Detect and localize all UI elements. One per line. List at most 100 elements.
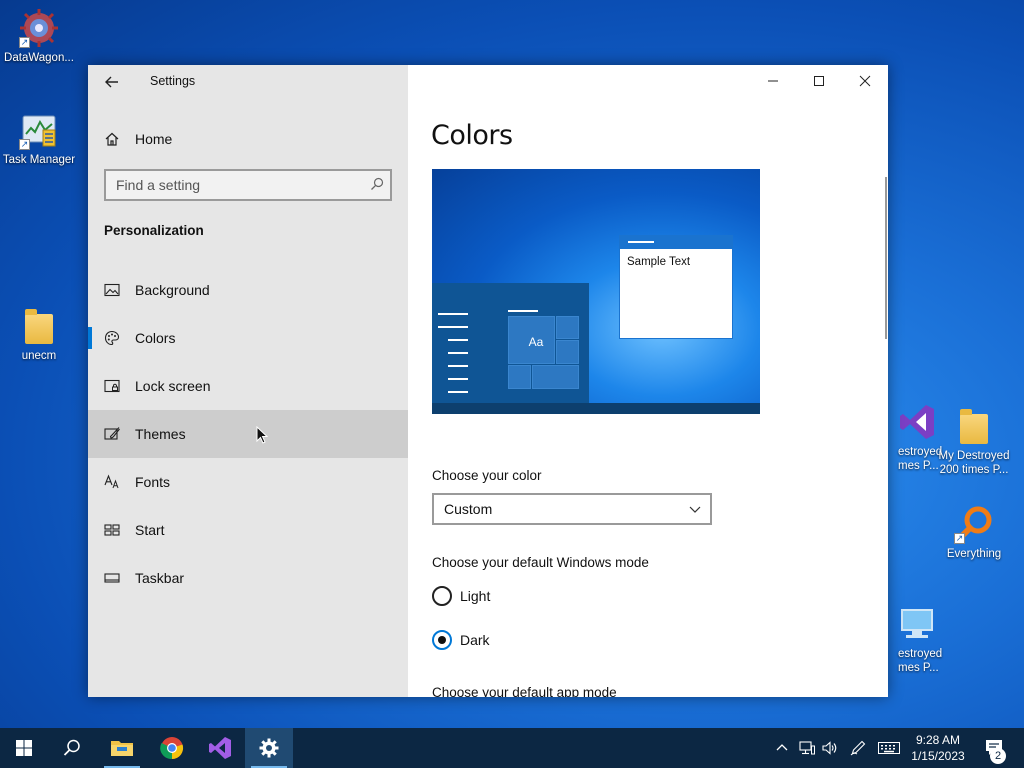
start-button[interactable] bbox=[0, 728, 48, 768]
choose-color-dropdown[interactable]: Custom bbox=[432, 493, 712, 525]
radio-label: Dark bbox=[460, 632, 490, 648]
preview-start-menu: Aa bbox=[432, 283, 589, 405]
chrome-icon bbox=[160, 737, 184, 760]
desktop-icon-task-manager[interactable]: ↗ Task Manager bbox=[1, 110, 77, 167]
settings-nav-pane: Settings Home Personalization Background bbox=[88, 65, 408, 697]
shortcut-arrow-icon: ↗ bbox=[19, 37, 30, 48]
settings-gear-icon bbox=[259, 738, 279, 758]
preview-tile-text: Aa bbox=[528, 335, 544, 349]
minimize-icon bbox=[768, 80, 778, 82]
home-label: Home bbox=[135, 131, 173, 147]
notification-count-badge: 2 bbox=[990, 748, 1006, 764]
chevron-down-icon bbox=[689, 506, 701, 513]
home-link[interactable]: Home bbox=[104, 128, 172, 150]
pen-workspace-icon bbox=[850, 740, 866, 756]
taskbar: 9:28 AM 1/15/2023 2 bbox=[0, 728, 1024, 768]
nav-item-label: Themes bbox=[135, 426, 186, 442]
radio-circle bbox=[432, 630, 452, 650]
datawagon-icon: ↗ bbox=[19, 8, 59, 48]
tray-network-button[interactable] bbox=[796, 728, 818, 768]
desktop-icon-label: Everything bbox=[946, 548, 1002, 560]
content-scrollbar[interactable] bbox=[885, 177, 887, 339]
taskbar-chrome[interactable] bbox=[148, 728, 196, 768]
desktop-icon-datawagon[interactable]: ↗ DataWagon... bbox=[1, 8, 77, 65]
nav-item-label: Lock screen bbox=[135, 378, 211, 394]
desktop-icon-label: Task Manager bbox=[2, 154, 76, 166]
clock-date: 1/15/2023 bbox=[911, 749, 965, 763]
chevron-up-icon bbox=[776, 744, 788, 751]
windows-mode-label: Choose your default Windows mode bbox=[432, 555, 649, 570]
maximize-button[interactable] bbox=[796, 65, 842, 97]
lock-screen-icon bbox=[104, 379, 120, 393]
minimize-button[interactable] bbox=[750, 65, 796, 97]
desktop-icon-label: My Destroyed bbox=[938, 450, 1010, 462]
everything-search-icon: ↗ bbox=[954, 504, 994, 544]
file-explorer-icon bbox=[111, 741, 133, 756]
maximize-icon bbox=[814, 76, 824, 86]
visual-studio-icon bbox=[209, 737, 231, 759]
taskbar-visual-studio[interactable] bbox=[196, 728, 244, 768]
radio-label: Light bbox=[460, 588, 491, 604]
search-icon bbox=[63, 739, 80, 756]
nav-item-lock-screen[interactable]: Lock screen bbox=[88, 362, 408, 410]
themes-brush-icon bbox=[104, 427, 120, 440]
nav-item-taskbar[interactable]: Taskbar bbox=[88, 554, 408, 602]
titlebar: Settings bbox=[88, 65, 408, 99]
desktop-icon-label: unecm bbox=[21, 350, 57, 362]
windows-mode-dark-radio[interactable]: Dark bbox=[432, 629, 490, 651]
start-tiles-icon bbox=[104, 524, 120, 536]
desktop-icon-my-destroyed[interactable]: My Destroyed 200 times P... bbox=[936, 406, 1012, 477]
back-button[interactable] bbox=[100, 71, 124, 93]
tray-volume-button[interactable] bbox=[820, 728, 840, 768]
nav-item-start[interactable]: Start bbox=[88, 506, 408, 554]
nav-item-fonts[interactable]: Fonts bbox=[88, 458, 408, 506]
shortcut-arrow-icon: ↗ bbox=[954, 533, 965, 544]
nav-item-label: Fonts bbox=[135, 474, 171, 490]
nav-item-background[interactable]: Background bbox=[88, 266, 408, 314]
settings-content-pane: Colors Aa Sample Text Choose your color … bbox=[408, 65, 888, 697]
app-title: Settings bbox=[150, 74, 196, 88]
nav-item-label: Background bbox=[135, 282, 210, 298]
search-input[interactable] bbox=[106, 171, 366, 199]
windows-mode-light-radio[interactable]: Light bbox=[432, 585, 490, 607]
settings-window: Settings Home Personalization Background bbox=[88, 65, 888, 697]
radio-circle bbox=[432, 586, 452, 606]
picture-icon bbox=[104, 283, 120, 297]
tray-overflow-button[interactable] bbox=[772, 728, 792, 768]
visual-studio-icon bbox=[898, 402, 938, 442]
nav-item-label: Taskbar bbox=[135, 570, 185, 586]
taskbar-search-button[interactable] bbox=[48, 728, 96, 768]
tray-keyboard-button[interactable] bbox=[876, 728, 902, 768]
folder-icon bbox=[19, 306, 59, 346]
network-icon bbox=[799, 741, 815, 755]
volume-icon bbox=[822, 741, 837, 755]
section-title: Personalization bbox=[104, 223, 204, 238]
computer-icon bbox=[898, 604, 938, 644]
windows-start-icon bbox=[16, 740, 32, 756]
shortcut-arrow-icon: ↗ bbox=[19, 139, 30, 150]
taskbar-icon bbox=[104, 573, 120, 583]
touch-keyboard-icon bbox=[878, 742, 900, 754]
taskbar-clock[interactable]: 9:28 AM 1/15/2023 bbox=[906, 732, 970, 764]
home-icon bbox=[105, 132, 119, 146]
taskbar-settings[interactable] bbox=[245, 728, 293, 768]
find-setting-search[interactable] bbox=[104, 169, 392, 201]
preview-window: Sample Text bbox=[619, 235, 733, 339]
close-icon bbox=[859, 75, 871, 87]
taskbar-file-explorer[interactable] bbox=[98, 728, 146, 768]
folder-icon bbox=[954, 406, 994, 446]
palette-icon bbox=[104, 330, 120, 346]
desktop-icon-everything[interactable]: ↗ Everything bbox=[936, 504, 1012, 561]
preview-taskbar bbox=[432, 403, 760, 414]
nav-item-colors[interactable]: Colors bbox=[88, 314, 408, 362]
nav-item-themes[interactable]: Themes bbox=[88, 410, 408, 458]
close-button[interactable] bbox=[842, 65, 888, 97]
task-manager-icon: ↗ bbox=[19, 110, 59, 150]
back-arrow-icon bbox=[105, 76, 118, 88]
search-icon bbox=[371, 177, 384, 190]
fonts-icon bbox=[104, 474, 119, 489]
nav-item-label: Colors bbox=[135, 330, 176, 346]
tray-pen-button[interactable] bbox=[848, 728, 868, 768]
nav-item-label: Start bbox=[135, 522, 165, 538]
desktop-icon-unecm[interactable]: unecm bbox=[1, 306, 77, 363]
